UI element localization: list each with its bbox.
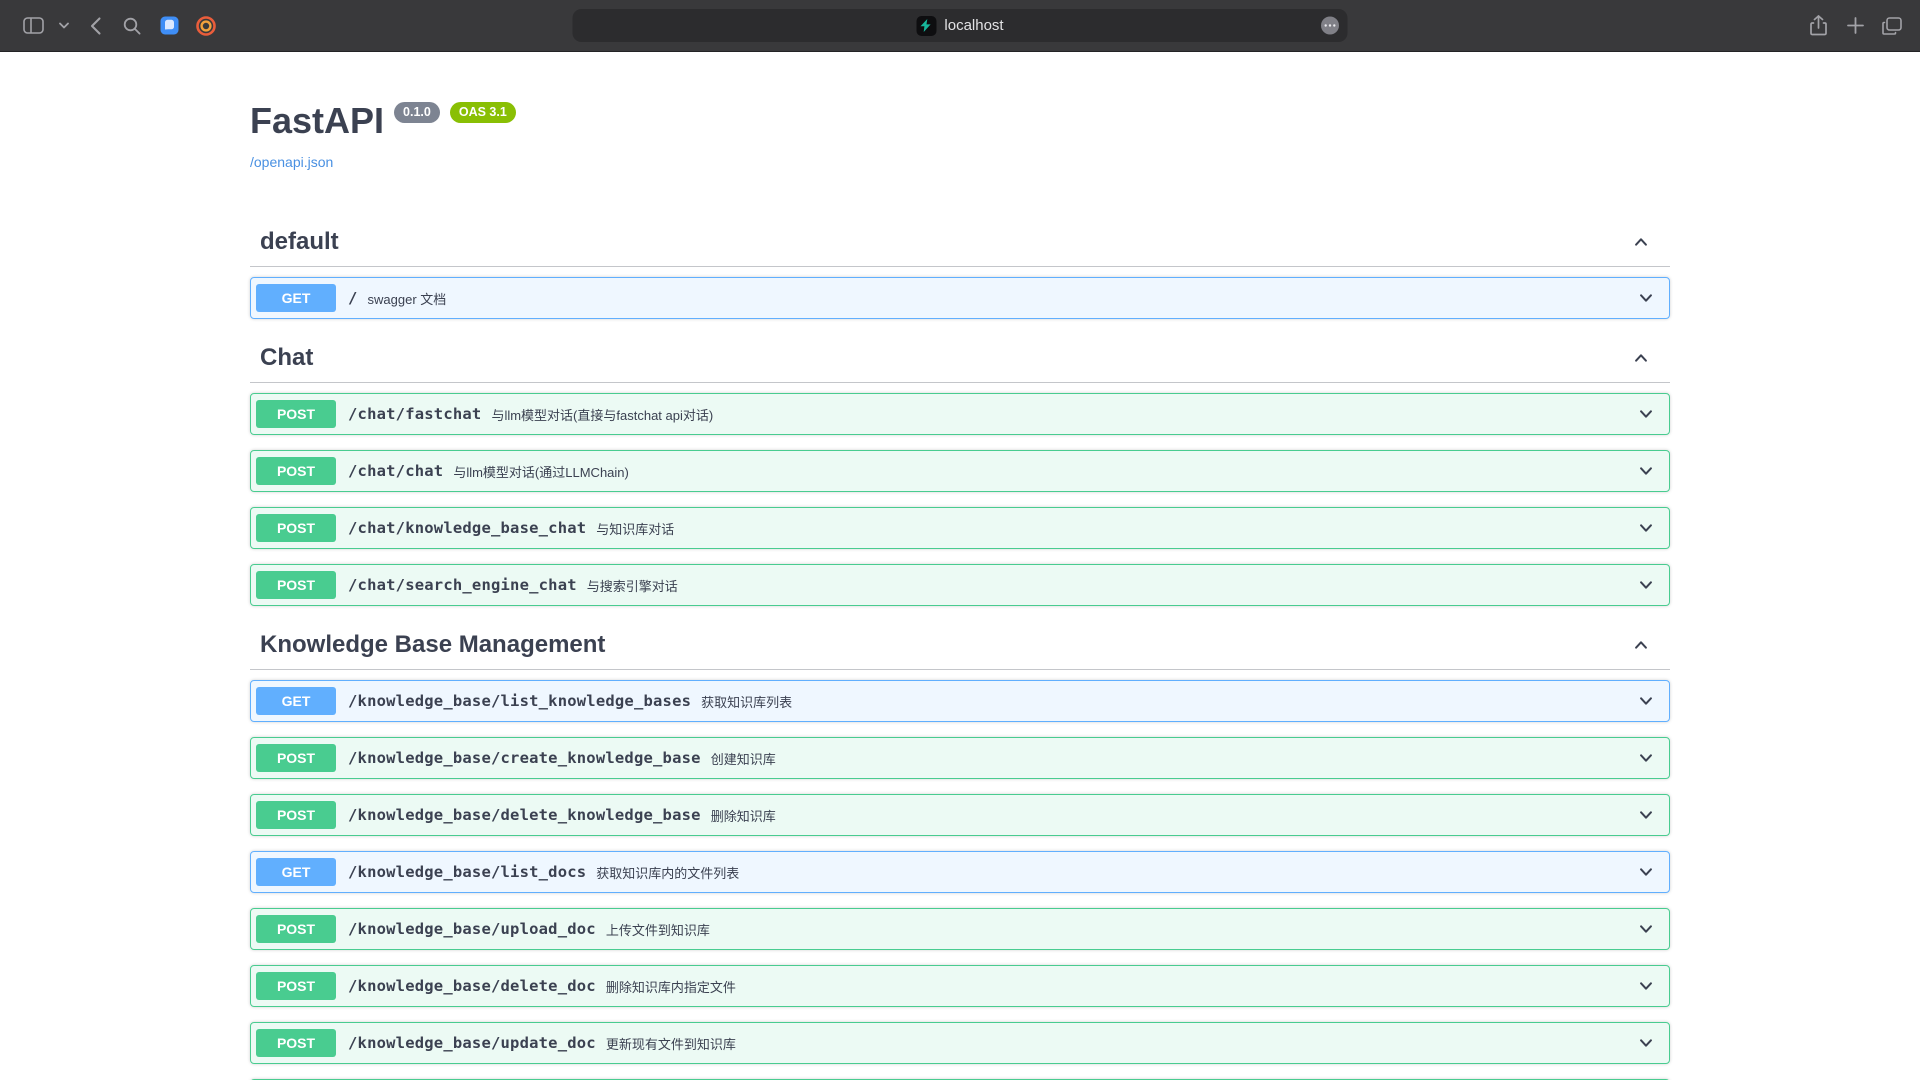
chevron-down-icon[interactable] [1637, 289, 1655, 307]
operation-summary: 删除知识库内指定文件 [606, 977, 736, 996]
operation-row[interactable]: POST /knowledge_base/upload_doc 上传文件到知识库 [250, 908, 1670, 950]
operation-summary: 创建知识库 [711, 749, 776, 768]
new-tab-icon[interactable] [1843, 14, 1867, 38]
operation-summary: 与llm模型对话(通过LLMChain) [453, 462, 629, 481]
orange-extension-icon[interactable] [194, 14, 218, 38]
operation-path: /knowledge_base/create_knowledge_base [348, 749, 701, 767]
api-title-text: FastAPI [250, 100, 384, 142]
operation-row[interactable]: POST /knowledge_base/delete_doc 删除知识库内指定… [250, 965, 1670, 1007]
method-badge: POST [256, 744, 336, 772]
section-title: Chat [260, 344, 313, 372]
tab-overview-icon[interactable] [1880, 14, 1904, 38]
operation-summary: 更新现有文件到知识库 [606, 1034, 736, 1053]
operation-path: / [348, 289, 358, 307]
sidebar-toggle-icon[interactable] [21, 14, 45, 38]
operation-path: /knowledge_base/upload_doc [348, 920, 596, 938]
toolbar-right-group [1806, 14, 1904, 38]
chevron-up-icon[interactable] [1632, 636, 1650, 654]
swagger-page: FastAPI 0.1.0 OAS 3.1 /openapi.json defa… [0, 52, 1920, 1080]
site-favicon [916, 16, 936, 36]
oas-badge[interactable]: OAS 3.1 [450, 102, 516, 123]
browser-toolbar: localhost [0, 0, 1920, 52]
method-badge: POST [256, 801, 336, 829]
operation-path: /knowledge_base/update_doc [348, 1034, 596, 1052]
operation-row[interactable]: POST /chat/chat 与llm模型对话(通过LLMChain) [250, 450, 1670, 492]
operation-path: /chat/fastchat [348, 405, 481, 423]
api-section: Knowledge Base Management GET /knowledge… [250, 621, 1670, 1080]
operation-row[interactable]: POST /chat/knowledge_base_chat 与知识库对话 [250, 507, 1670, 549]
operation-path: /knowledge_base/list_knowledge_bases [348, 692, 691, 710]
sections: default GET / swagger 文档 Chat POST /chat… [250, 218, 1670, 1080]
operation-row[interactable]: GET / swagger 文档 [250, 277, 1670, 319]
operation-summary: 与知识库对话 [596, 519, 674, 538]
version-badge: 0.1.0 [394, 102, 440, 123]
chevron-down-icon[interactable] [1637, 749, 1655, 767]
api-section: default GET / swagger 文档 [250, 218, 1670, 319]
method-badge: GET [256, 687, 336, 715]
method-badge: POST [256, 915, 336, 943]
address-bar[interactable]: localhost [573, 9, 1348, 42]
operation-summary: 获取知识库内的文件列表 [596, 863, 739, 882]
chevron-up-icon[interactable] [1632, 233, 1650, 251]
operation-path: /knowledge_base/list_docs [348, 863, 586, 881]
chevron-up-icon[interactable] [1632, 349, 1650, 367]
chevron-down-icon[interactable] [1637, 920, 1655, 938]
chevron-down-icon[interactable] [1637, 576, 1655, 594]
chevron-down-icon[interactable] [1637, 692, 1655, 710]
method-badge: POST [256, 1029, 336, 1057]
operation-row[interactable]: GET /knowledge_base/list_docs 获取知识库内的文件列… [250, 851, 1670, 893]
method-badge: POST [256, 972, 336, 1000]
method-badge: POST [256, 400, 336, 428]
method-badge: GET [256, 284, 336, 312]
chevron-down-icon[interactable] [1637, 405, 1655, 423]
method-badge: POST [256, 571, 336, 599]
page-menu-ellipsis-icon[interactable] [1321, 16, 1340, 35]
method-badge: GET [256, 858, 336, 886]
operation-summary: 与搜索引擎对话 [587, 576, 678, 595]
operation-summary: swagger 文档 [368, 289, 447, 308]
chevron-down-icon[interactable] [1637, 1034, 1655, 1052]
operation-row[interactable]: POST /chat/search_engine_chat 与搜索引擎对话 [250, 564, 1670, 606]
operation-row[interactable]: GET /knowledge_base/list_knowledge_bases… [250, 680, 1670, 722]
blue-extension-icon[interactable] [157, 14, 181, 38]
share-icon[interactable] [1806, 14, 1830, 38]
page-title: FastAPI 0.1.0 OAS 3.1 [250, 100, 1670, 142]
section-title: default [260, 228, 339, 256]
operation-summary: 删除知识库 [711, 806, 776, 825]
section-header[interactable]: Chat [250, 334, 1670, 383]
operation-summary: 上传文件到知识库 [606, 920, 710, 939]
chevron-down-icon[interactable] [1637, 863, 1655, 881]
operation-row[interactable]: POST /knowledge_base/update_doc 更新现有文件到知… [250, 1022, 1670, 1064]
operation-list: POST /chat/fastchat 与llm模型对话(直接与fastchat… [250, 393, 1670, 606]
operation-path: /knowledge_base/delete_knowledge_base [348, 806, 701, 824]
operation-list: GET / swagger 文档 [250, 277, 1670, 319]
chevron-down-icon[interactable] [1637, 519, 1655, 537]
search-icon[interactable] [120, 14, 144, 38]
operation-path: /knowledge_base/delete_doc [348, 977, 596, 995]
operation-path: /chat/chat [348, 462, 443, 480]
sidebar-chevron-down-icon[interactable] [58, 14, 70, 38]
operation-list: GET /knowledge_base/list_knowledge_bases… [250, 680, 1670, 1080]
api-info: FastAPI 0.1.0 OAS 3.1 /openapi.json [250, 52, 1670, 172]
back-icon[interactable] [83, 14, 107, 38]
operation-summary: 与llm模型对话(直接与fastchat api对话) [491, 405, 713, 424]
operation-row[interactable]: POST /knowledge_base/delete_knowledge_ba… [250, 794, 1670, 836]
section-header[interactable]: default [250, 218, 1670, 267]
operation-path: /chat/knowledge_base_chat [348, 519, 586, 537]
url-text: localhost [944, 17, 1003, 34]
operation-row[interactable]: POST /knowledge_base/create_knowledge_ba… [250, 737, 1670, 779]
chevron-down-icon[interactable] [1637, 977, 1655, 995]
openapi-spec-link[interactable]: /openapi.json [250, 154, 333, 170]
toolbar-left-group [21, 14, 218, 38]
chevron-down-icon[interactable] [1637, 806, 1655, 824]
api-section: Chat POST /chat/fastchat 与llm模型对话(直接与fas… [250, 334, 1670, 606]
operation-row[interactable]: POST /chat/fastchat 与llm模型对话(直接与fastchat… [250, 393, 1670, 435]
method-badge: POST [256, 457, 336, 485]
operation-path: /chat/search_engine_chat [348, 576, 577, 594]
chevron-down-icon[interactable] [1637, 462, 1655, 480]
section-header[interactable]: Knowledge Base Management [250, 621, 1670, 670]
operation-summary: 获取知识库列表 [701, 692, 792, 711]
method-badge: POST [256, 514, 336, 542]
section-title: Knowledge Base Management [260, 631, 605, 659]
